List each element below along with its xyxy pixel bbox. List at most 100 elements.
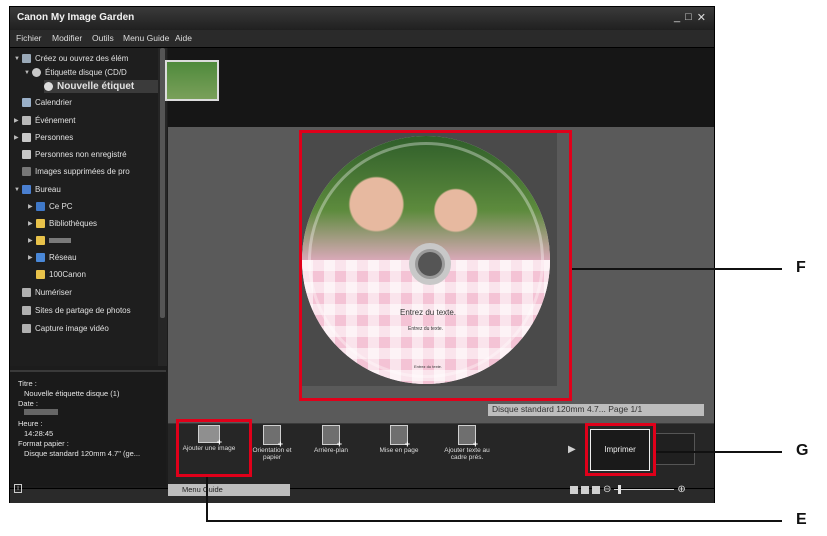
menu-guide[interactable]: Menu Guide <box>123 33 169 43</box>
callout-label-g: G <box>796 442 809 459</box>
calendar-icon <box>22 98 31 107</box>
sidebar-item-calendar[interactable]: Calendrier <box>14 96 72 109</box>
share-icon <box>22 306 31 315</box>
person-icon <box>22 133 31 142</box>
expand-arrow-icon[interactable]: ▶ <box>14 134 22 141</box>
page-thumbnail[interactable] <box>165 60 219 101</box>
expand-arrow-icon[interactable]: ▶ <box>28 220 36 227</box>
callout-label-f: F <box>796 259 806 276</box>
secondary-button[interactable] <box>655 433 695 465</box>
close-button[interactable]: ✕ <box>697 11 706 24</box>
menu-outils[interactable]: Outils <box>92 33 114 43</box>
sidebar-item-desktop[interactable]: ▼ Bureau <box>14 183 61 196</box>
minimize-button[interactable]: _ <box>674 11 680 24</box>
info-time-value: 14:28:45 <box>24 429 54 438</box>
network-icon <box>36 253 45 262</box>
orientation-paper-label: Orientation et papier <box>252 447 292 461</box>
layout-button[interactable]: Mise en page <box>372 423 426 475</box>
info-title-label: Titre : <box>18 379 37 388</box>
folder-icon <box>36 270 45 279</box>
sidebar-item-label: Personnes <box>35 133 74 142</box>
view-mode-icon[interactable] <box>570 485 578 494</box>
sidebar-item-create[interactable]: ▼ Créez ou ouvrez des élém <box>14 52 128 65</box>
maximize-button[interactable]: □ <box>685 11 692 24</box>
expand-arrow-icon[interactable]: ▼ <box>14 56 22 62</box>
menu-modifier[interactable]: Modifier <box>52 33 82 43</box>
expand-arrow-icon[interactable]: ▼ <box>24 70 32 76</box>
menu-bar: Fichier Modifier Outils Menu Guide Aide <box>10 30 714 48</box>
info-icon[interactable]: i <box>14 484 22 493</box>
callout-line-e-horizontal <box>206 520 782 522</box>
info-time-label: Heure : <box>18 419 43 428</box>
create-icon <box>22 54 31 63</box>
blurred-folder-name <box>49 238 71 243</box>
sidebar-item-label: Étiquette disque (CD/D <box>45 68 127 77</box>
info-panel: Titre : Nouvelle étiquette disque (1) Da… <box>10 370 166 486</box>
sidebar-item-deleted[interactable]: Images supprimées de pro <box>14 165 130 178</box>
expand-arrow-icon[interactable]: ▶ <box>28 254 36 261</box>
sidebar-item-photo-sharing[interactable]: Sites de partage de photos <box>14 304 131 317</box>
zoom-slider[interactable] <box>614 485 675 494</box>
view-mode-icon[interactable] <box>581 485 589 494</box>
title-bar: Canon My Image Garden _ □ ✕ <box>10 7 714 30</box>
sidebar-item-unregistered[interactable]: Personnes non enregistré <box>14 148 127 161</box>
menu-guide-tab[interactable]: Menu Guide <box>168 484 290 496</box>
window-title: Canon My Image Garden <box>17 12 135 23</box>
toolbar-next-icon[interactable]: ▶ <box>568 444 576 455</box>
expand-arrow-icon[interactable]: ▶ <box>28 203 36 210</box>
callout-line-f <box>572 268 782 270</box>
computer-icon <box>36 202 45 211</box>
sidebar-item-100canon[interactable]: 100Canon <box>36 268 86 281</box>
sidebar-item-network[interactable]: ▶ Réseau <box>28 251 77 264</box>
zoom-in-icon[interactable]: ⊕ <box>677 484 685 495</box>
layout-label: Mise en page <box>379 447 419 454</box>
callout-label-e: E <box>796 511 807 528</box>
sidebar-item-label: Ce PC <box>49 202 73 211</box>
sidebar-item-label: Réseau <box>49 253 77 262</box>
sidebar-item-this-pc[interactable]: ▶ Ce PC <box>28 200 73 213</box>
folder-icon <box>36 219 45 228</box>
callout-box-f <box>299 130 572 401</box>
callout-line-e-vertical <box>206 477 208 521</box>
sidebar-item-user-folder[interactable]: ▶ <box>28 234 71 247</box>
sidebar-item-label: Sites de partage de photos <box>35 306 131 315</box>
scan-icon <box>22 288 31 297</box>
orientation-paper-button[interactable]: Orientation et papier <box>245 423 299 475</box>
sidebar-item-label: Calendrier <box>35 98 72 107</box>
background-label: Arrière-plan <box>314 447 348 454</box>
background-button[interactable]: Arrière-plan <box>304 423 358 475</box>
expand-arrow-icon[interactable]: ▶ <box>14 117 22 124</box>
info-title-value: Nouvelle étiquette disque (1) <box>24 389 120 398</box>
orientation-icon <box>263 425 283 449</box>
expand-arrow-icon[interactable]: ▼ <box>14 187 22 193</box>
expand-arrow-icon[interactable]: ▶ <box>28 237 36 244</box>
zoom-slider-knob[interactable] <box>618 485 622 494</box>
sidebar-item-label: Bibliothèques <box>49 219 98 228</box>
thumbnail-strip <box>168 48 714 127</box>
menu-aide[interactable]: Aide <box>175 33 192 43</box>
paper-size-status: Disque standard 120mm 4.7... Page 1/1 <box>492 404 643 414</box>
window-controls: _ □ ✕ <box>674 11 706 24</box>
sidebar-item-label: Capture image vidéo <box>35 324 109 333</box>
fit-icon[interactable] <box>592 485 600 494</box>
person-question-icon <box>22 150 31 159</box>
sidebar-item-scan[interactable]: Numériser <box>14 286 72 299</box>
info-date-label: Date : <box>18 399 39 408</box>
zoom-out-icon[interactable]: ⊖ <box>603 484 611 495</box>
layout-icon <box>390 425 410 449</box>
background-icon <box>322 425 342 449</box>
sidebar-item-new-label[interactable]: Nouvelle étiquet <box>44 80 158 93</box>
add-text-frame-label: Ajouter texte au cadre prés. <box>444 447 490 461</box>
info-paper-value: Disque standard 120mm 4.7" (ge... <box>24 449 141 458</box>
sidebar-item-people[interactable]: ▶ Personnes <box>14 131 73 144</box>
sidebar-item-libraries[interactable]: ▶ Bibliothèques <box>28 217 97 230</box>
sidebar-item-disc-label[interactable]: ▼ Étiquette disque (CD/D <box>24 66 127 79</box>
menu-fichier[interactable]: Fichier <box>16 33 42 43</box>
add-text-frame-button[interactable]: Ajouter texte au cadre prés. <box>440 423 494 475</box>
sidebar-item-label: Images supprimées de pro <box>35 167 130 176</box>
canvas-status-bar: Disque standard 120mm 4.7... Page 1/1 <box>488 404 704 416</box>
sidebar-item-label: 100Canon <box>49 270 86 279</box>
sidebar-item-event[interactable]: ▶ Événement <box>14 114 75 127</box>
add-text-icon <box>458 425 478 449</box>
sidebar-item-video-capture[interactable]: Capture image vidéo <box>14 322 109 335</box>
